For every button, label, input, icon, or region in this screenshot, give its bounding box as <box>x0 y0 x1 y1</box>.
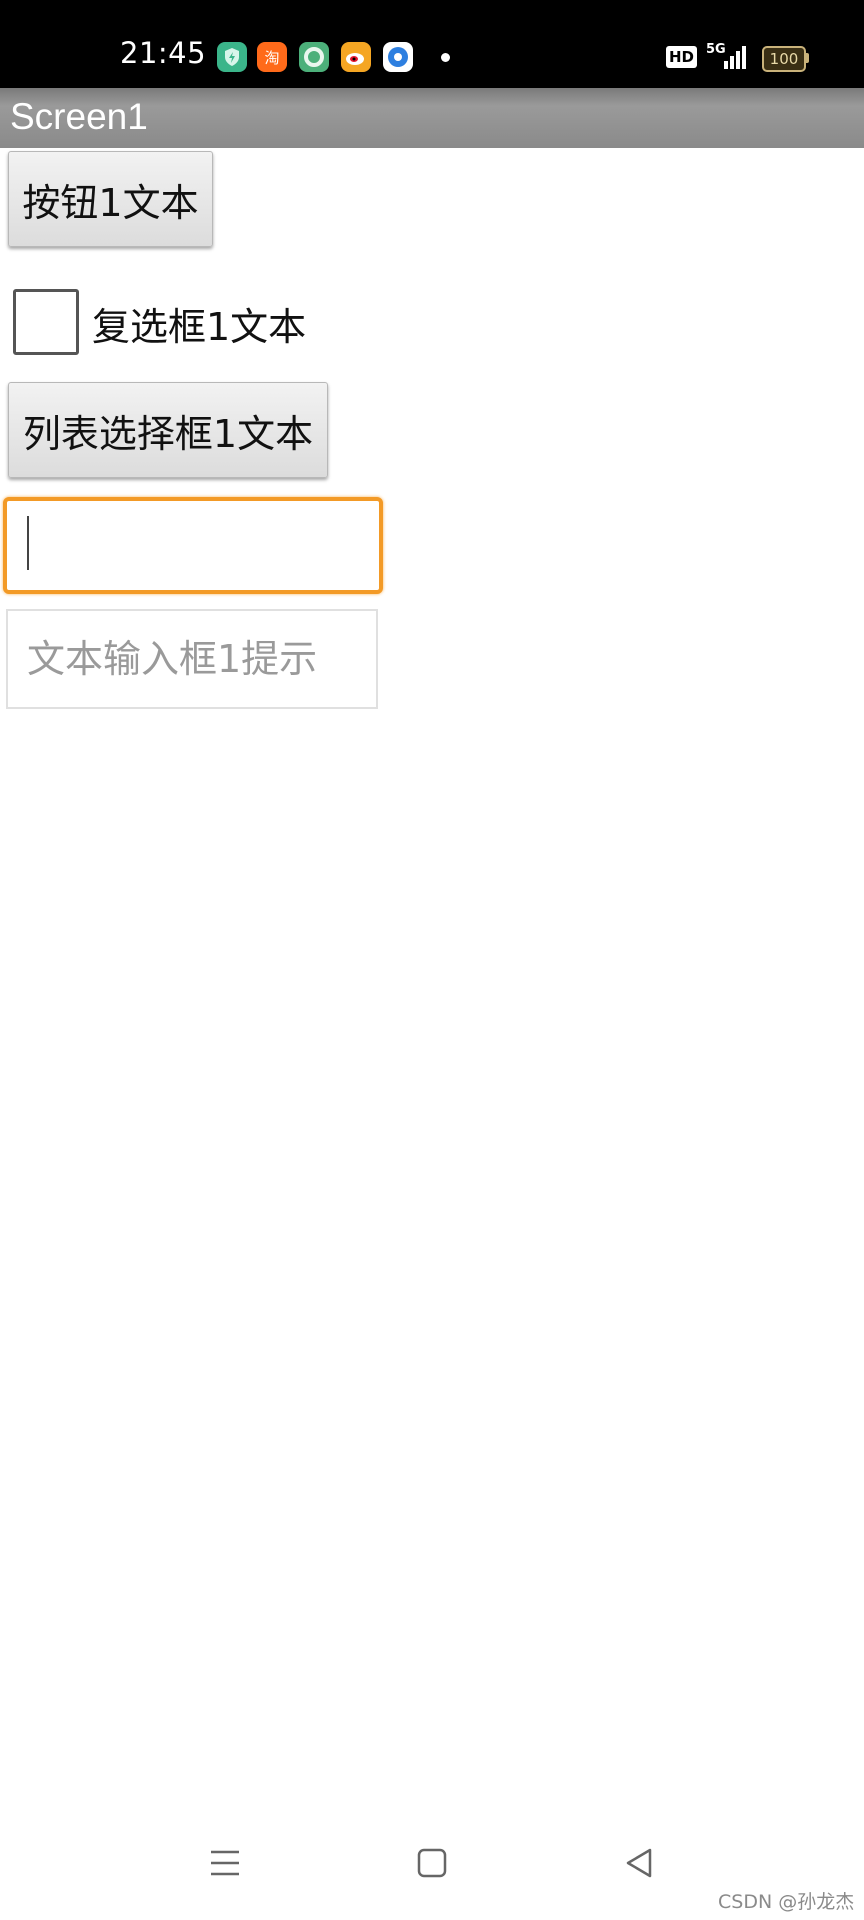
screen-title: Screen1 <box>10 96 148 137</box>
watermark: CSDN @孙龙杰 <box>718 1891 855 1913</box>
signal-strength-icon <box>722 44 748 70</box>
textbox2-container[interactable] <box>6 609 378 709</box>
menu-icon[interactable] <box>208 1846 242 1884</box>
checkbox1-label[interactable]: 复选框1文本 <box>92 296 306 351</box>
checkbox1[interactable] <box>13 289 79 355</box>
battery-tip <box>806 53 809 63</box>
status-time: 21:45 <box>120 36 207 70</box>
listpicker1-button[interactable]: 列表选择框1文本 <box>8 382 328 478</box>
button1[interactable]: 按钮1文本 <box>8 151 213 247</box>
weibo-app-icon <box>341 42 371 72</box>
title-bar: Screen1 <box>0 88 864 148</box>
security-shield-app-icon <box>217 42 247 72</box>
more-notifications-dot-icon <box>441 53 450 62</box>
taobao-app-icon: 淘 <box>257 42 287 72</box>
svg-text:淘: 淘 <box>264 49 279 67</box>
back-icon[interactable] <box>622 1846 656 1884</box>
battery-icon: 100 <box>762 46 806 72</box>
blue-circle-app-icon <box>383 42 413 72</box>
home-icon[interactable] <box>415 1846 449 1884</box>
text-caret <box>27 516 29 570</box>
hd-voice-badge: HD <box>666 46 698 68</box>
textbox2-input[interactable] <box>8 611 376 707</box>
app-screen: 21:45 淘 HD 5G 100 Screen1 按钮1文本 复选框1文本 列… <box>0 0 864 1920</box>
status-bar: 21:45 淘 HD 5G 100 <box>0 0 864 88</box>
textbox1-focused[interactable] <box>3 497 383 594</box>
green-circle-app-icon <box>299 42 329 72</box>
